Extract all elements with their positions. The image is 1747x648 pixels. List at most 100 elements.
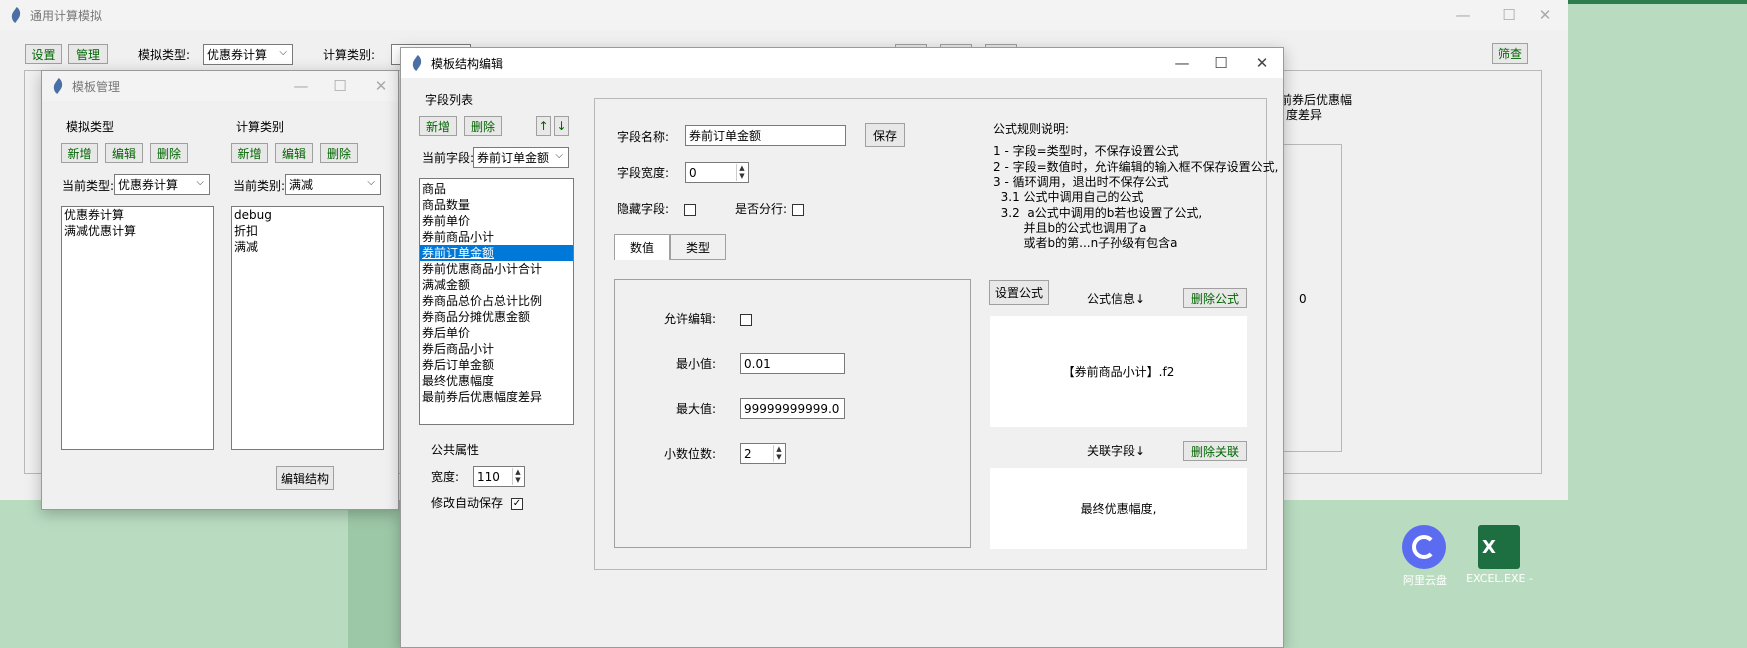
bg-cell-value: 0 (1299, 292, 1307, 306)
field-list-label: 字段列表 (425, 93, 474, 107)
width-spinbox[interactable]: 110 ▲ ▼ (473, 466, 525, 487)
list-item[interactable]: 券前单价 (420, 213, 573, 229)
delete-category-button[interactable]: 删除 (320, 143, 358, 163)
decimals-spinbox[interactable]: 2 ▲ ▼ (740, 443, 786, 464)
aliyun-drive-label: 阿里云盘 (1403, 574, 1447, 587)
close-icon[interactable]: ✕ (358, 71, 404, 101)
field-listbox[interactable]: 商品 商品数量 券前单价 券前商品小计 券前订单金额 券前优惠商品小计合计 满减… (419, 178, 574, 425)
list-item[interactable]: debug (232, 207, 383, 223)
list-item[interactable]: 满减 (232, 239, 383, 255)
close-icon[interactable]: ✕ (1522, 0, 1568, 30)
current-type-value: 优惠券计算 (118, 178, 179, 192)
list-item[interactable]: 券后单价 (420, 325, 573, 341)
field-width-label: 字段宽度: (617, 166, 670, 180)
category-listbox[interactable]: debug 折扣 满减 (231, 206, 384, 450)
list-item[interactable]: 券后订单金额 (420, 357, 573, 373)
delete-formula-button[interactable]: 删除公式 (1183, 288, 1247, 308)
excel-icon[interactable]: X (1478, 525, 1520, 569)
related-fields-label: 关联字段↓ (1087, 444, 1146, 458)
tab-type[interactable]: 类型 (670, 234, 726, 260)
field-width-spinbox[interactable]: 0 ▲ ▼ (685, 162, 749, 183)
delete-type-button[interactable]: 删除 (150, 143, 188, 163)
field-name-input[interactable]: 券前订单金额 (685, 125, 846, 146)
field-name-label: 字段名称: (617, 130, 670, 144)
move-down-button[interactable]: ↓ (554, 116, 569, 136)
current-type-select[interactable]: 优惠券计算 ⌵ (114, 174, 210, 195)
current-field-select[interactable]: 券前订单金额 ⌵ (473, 147, 569, 168)
list-item[interactable]: 最前券后优惠幅度差异 (420, 389, 573, 405)
min-value-input[interactable]: 0.01 (740, 353, 845, 374)
rule-line: 3.2 a公式中调用的b若也设置了公式, (993, 206, 1203, 220)
filter-button[interactable]: 筛查 (1492, 43, 1528, 64)
manage-button[interactable]: 管理 (68, 44, 108, 64)
edit-structure-button[interactable]: 编辑结构 (276, 466, 334, 490)
list-item[interactable]: 最终优惠幅度 (420, 373, 573, 389)
list-item-selected[interactable]: 券前订单金额 (420, 245, 573, 261)
list-item[interactable]: 商品数量 (420, 197, 573, 213)
close-icon[interactable]: ✕ (1239, 48, 1285, 78)
spin-arrows-icon[interactable]: ▲ ▼ (512, 468, 523, 485)
current-category-select[interactable]: 满减 ⌵ (285, 174, 381, 195)
list-item[interactable]: 券后商品小计 (420, 341, 573, 357)
add-field-button[interactable]: 新增 (419, 116, 457, 136)
tm-titlebar: 模板管理 — ☐ ✕ (42, 71, 398, 101)
current-category-value: 满减 (289, 178, 314, 192)
list-item[interactable]: 券商品分摊优惠金额 (420, 309, 573, 325)
max-value-label: 最大值: (676, 402, 717, 416)
min-value-label: 最小值: (676, 357, 717, 371)
spin-arrows-icon[interactable]: ▲ ▼ (736, 164, 747, 181)
bg-column-header-1: 前券后优惠幅 (1280, 93, 1353, 107)
sim-type-select[interactable]: 优惠券计算 ⌵ (203, 44, 293, 65)
maximize-icon[interactable]: ☐ (317, 71, 363, 101)
current-category-label: 当前类别: (233, 179, 286, 193)
max-value: 99999999999.0 (744, 401, 840, 416)
maximize-icon[interactable]: ☐ (1198, 48, 1244, 78)
bg-column-header-2: 度差异 (1286, 108, 1323, 122)
settings-button[interactable]: 设置 (25, 44, 62, 64)
chevron-down-icon: ⌵ (367, 177, 375, 188)
allow-edit-checkbox[interactable] (740, 314, 752, 326)
bg-cell-box (1282, 144, 1342, 452)
aliyun-drive-icon[interactable] (1402, 525, 1446, 569)
set-formula-button[interactable]: 设置公式 (989, 280, 1049, 305)
related-fields-display: 最终优惠幅度, (990, 468, 1247, 549)
list-item[interactable]: 满减金额 (420, 277, 573, 293)
delete-field-button[interactable]: 删除 (464, 116, 502, 136)
main-titlebar: 通用计算模拟 — ☐ ✕ (0, 0, 1568, 30)
hidden-field-checkbox[interactable] (684, 204, 696, 216)
move-up-button[interactable]: ↑ (536, 116, 551, 136)
formula-display: 【券前商品小计】.f2 (990, 316, 1247, 427)
newline-checkbox[interactable] (792, 204, 804, 216)
edit-category-button[interactable]: 编辑 (275, 143, 313, 163)
list-item[interactable]: 券商品总价占总计比例 (420, 293, 573, 309)
list-item[interactable]: 券前商品小计 (420, 229, 573, 245)
spin-arrows-icon[interactable]: ▲ ▼ (773, 445, 784, 462)
save-button[interactable]: 保存 (865, 123, 905, 147)
rule-line: 并且b的公式也调用了a (993, 221, 1147, 235)
width-label: 宽度: (431, 470, 460, 484)
list-item[interactable]: 券前优惠商品小计合计 (420, 261, 573, 277)
hidden-field-label: 隐藏字段: (617, 202, 670, 216)
list-item[interactable]: 商品 (420, 181, 573, 197)
max-value-input[interactable]: 99999999999.0 (740, 398, 845, 419)
formula-text: 【券前商品小计】.f2 (1062, 365, 1175, 379)
minimize-icon[interactable]: — (1440, 0, 1486, 30)
rule-line: 或者b的第...n子孙级有包含a (993, 236, 1178, 250)
rule-line: 2 - 字段=数值时，允许编辑的输入框不保存设置公式, (993, 160, 1279, 174)
add-type-button[interactable]: 新增 (61, 143, 98, 163)
type-section-label: 模拟类型 (66, 120, 115, 134)
list-item[interactable]: 满减优惠计算 (62, 223, 213, 239)
list-item[interactable]: 优惠券计算 (62, 207, 213, 223)
field-width-value: 0 (689, 165, 697, 180)
list-item[interactable]: 折扣 (232, 223, 383, 239)
tab-numeric[interactable]: 数值 (614, 234, 670, 260)
edit-type-button[interactable]: 编辑 (105, 143, 143, 163)
width-value: 110 (477, 469, 500, 484)
autosave-checkbox[interactable]: ✓ (511, 498, 523, 510)
rule-line: 1 - 字段=类型时，不保存设置公式 (993, 144, 1179, 158)
add-category-button[interactable]: 新增 (231, 143, 268, 163)
type-listbox[interactable]: 优惠券计算 满减优惠计算 (61, 206, 214, 450)
delete-related-button[interactable]: 删除关联 (1183, 441, 1247, 461)
se-title: 模板结构编辑 (431, 56, 504, 71)
excel-label: EXCEL.EXE - (1466, 572, 1533, 585)
